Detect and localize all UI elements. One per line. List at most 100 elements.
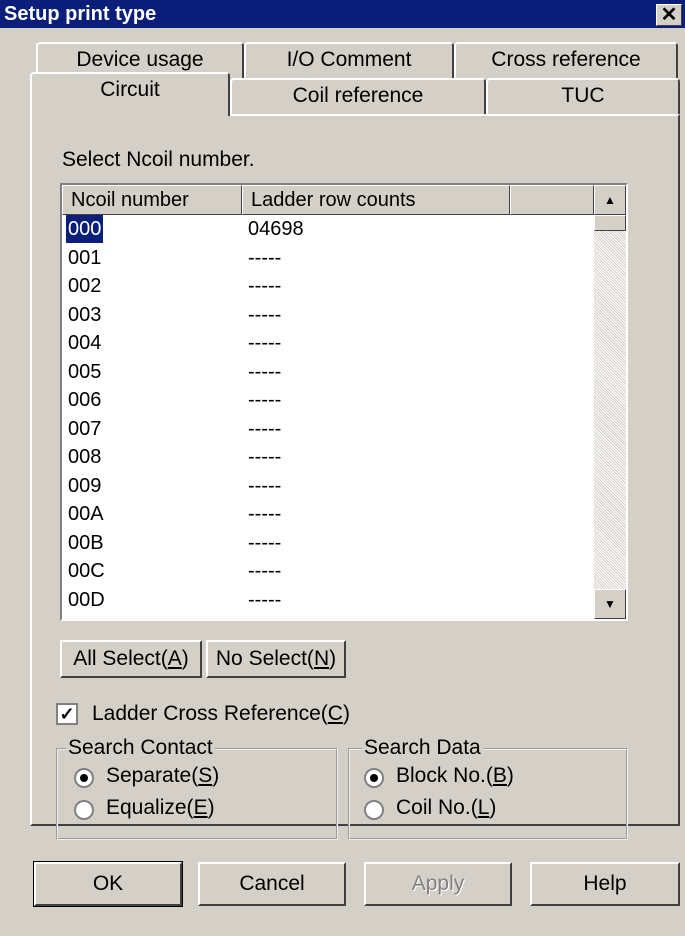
ncoil-number-cell: 00C xyxy=(68,560,105,582)
ladder-row-count-cell: ----- xyxy=(248,588,282,611)
vertical-scrollbar[interactable]: ▲ ▼ xyxy=(594,185,626,619)
hotkey: E xyxy=(193,796,208,819)
tab-label: Device usage xyxy=(76,48,204,71)
list-item[interactable]: 006 ----- xyxy=(62,386,592,414)
list-item[interactable]: 009 ----- xyxy=(62,472,592,500)
tab-label: Cross reference xyxy=(491,48,641,71)
ladder-row-count-cell: ----- xyxy=(248,446,282,468)
ladder-row-count-cell: ----- xyxy=(248,275,282,297)
label-end: ) xyxy=(489,796,497,819)
ladder-row-count-cell: ----- xyxy=(248,246,282,269)
ladder-row-count-cell: ----- xyxy=(248,417,282,440)
arrow-up-icon: ▲ xyxy=(604,193,616,207)
hotkey: A xyxy=(167,647,182,670)
list-item[interactable]: 005 ----- xyxy=(62,358,592,386)
block-no-label[interactable]: Block No.(B) xyxy=(396,764,514,788)
hotkey: N xyxy=(313,647,330,670)
help-button[interactable]: Help xyxy=(530,862,680,906)
ncoil-number-cell: 006 xyxy=(68,389,102,411)
column-header-ladder[interactable]: Ladder row counts xyxy=(242,185,510,215)
label-end: ) xyxy=(207,796,215,819)
list-item[interactable]: 001 ----- xyxy=(62,244,592,272)
coil-no-label[interactable]: Coil No.(L) xyxy=(396,796,496,820)
ladder-row-count-cell: ----- xyxy=(248,360,282,383)
cancel-button[interactable]: Cancel xyxy=(198,862,346,906)
ncoil-number-cell: 00A xyxy=(68,503,104,525)
hotkey: L xyxy=(477,796,490,819)
list-item[interactable]: 000 04698 xyxy=(62,215,592,243)
ladder-row-count-cell: ----- xyxy=(248,531,282,554)
ncoil-list[interactable]: Ncoil number Ladder row counts 000 04698 0… xyxy=(60,183,628,621)
label-end: ) xyxy=(212,764,220,787)
list-body: 000 04698 001 ----- 002 ----- 003 ----- 004 -----… xyxy=(62,215,592,617)
ladder-row-count-cell: ----- xyxy=(248,389,282,411)
label-text: Ladder Cross Reference( xyxy=(92,702,328,725)
list-item[interactable]: 008 ----- xyxy=(62,443,592,471)
tab-label: I/O Comment xyxy=(286,48,412,71)
ncoil-number-cell: 003 xyxy=(68,303,102,326)
ncoil-number-cell: 002 xyxy=(68,275,102,297)
list-item[interactable]: 007 ----- xyxy=(62,415,592,443)
ncoil-number-cell: 001 xyxy=(68,246,102,269)
tab-circuit[interactable]: Circuit xyxy=(30,72,230,116)
all-select-button[interactable]: All Select(A) xyxy=(60,640,202,678)
list-item[interactable]: 00B ----- xyxy=(62,529,592,557)
ladder-cross-reference-label: Ladder Cross Reference(C) xyxy=(92,702,350,726)
ladder-row-count-cell: 04698 xyxy=(248,218,304,240)
button-text-end: ) xyxy=(329,647,337,670)
apply-button[interactable]: Apply xyxy=(364,862,512,906)
tab-tuc[interactable]: TUC xyxy=(486,78,680,114)
close-button[interactable]: ✕ xyxy=(656,4,682,26)
search-data-title: Search Data xyxy=(362,736,483,760)
list-item[interactable]: 004 ----- xyxy=(62,329,592,357)
button-text: No Select( xyxy=(215,647,314,670)
separate-radio[interactable] xyxy=(74,768,94,788)
ncoil-number-cell: 00D xyxy=(68,588,105,611)
list-item[interactable]: 00C ----- xyxy=(62,557,592,585)
ncoil-number-cell: 00B xyxy=(68,531,104,554)
label-end: ) xyxy=(342,702,350,725)
ncoil-number-cell: 009 xyxy=(68,474,102,497)
list-item[interactable]: 00D ----- xyxy=(62,586,592,614)
separate-label[interactable]: Separate(S) xyxy=(106,764,219,788)
ncoil-number-cell: 005 xyxy=(68,360,102,383)
tab-coil-reference[interactable]: Coil reference xyxy=(230,78,486,114)
no-select-button[interactable]: No Select(N) xyxy=(206,640,346,678)
scroll-down-button[interactable]: ▼ xyxy=(594,589,626,619)
equalize-label[interactable]: Equalize(E) xyxy=(106,796,215,820)
coil-no-radio[interactable] xyxy=(364,800,384,820)
search-contact-group xyxy=(56,748,338,840)
ladder-row-count-cell: ----- xyxy=(248,332,282,354)
button-text: All Select( xyxy=(73,647,168,670)
scroll-up-button[interactable]: ▲ xyxy=(594,185,626,215)
search-contact-title: Search Contact xyxy=(66,736,215,760)
ncoil-number-cell: 004 xyxy=(68,332,102,354)
label-end: ) xyxy=(506,764,514,787)
title-bar: Setup print type ✕ xyxy=(0,0,685,28)
list-item[interactable]: 00A ----- xyxy=(62,500,592,528)
list-item[interactable]: 003 ----- xyxy=(62,301,592,329)
label-text: Equalize( xyxy=(106,796,194,819)
scroll-thumb[interactable] xyxy=(594,215,626,231)
tab-cross-reference[interactable]: Cross reference xyxy=(454,42,678,78)
hotkey: C xyxy=(327,702,343,725)
tab-label: TUC xyxy=(561,84,605,107)
ladder-row-count-cell: ----- xyxy=(248,474,282,497)
select-prompt: Select Ncoil number. xyxy=(62,148,255,171)
ok-button[interactable]: OK xyxy=(33,861,183,907)
column-header-empty[interactable] xyxy=(510,185,594,215)
list-item[interactable]: 002 ----- xyxy=(62,272,592,300)
equalize-radio[interactable] xyxy=(74,800,94,820)
window-title: Setup print type xyxy=(4,3,157,25)
close-icon: ✕ xyxy=(660,4,678,26)
label-text: Separate( xyxy=(106,764,199,787)
ncoil-number-cell: 007 xyxy=(68,417,102,440)
tab-io-comment[interactable]: I/O Comment xyxy=(244,42,454,78)
ncoil-number-cell: 000 xyxy=(66,215,104,243)
ladder-cross-reference-checkbox[interactable]: ✓ xyxy=(56,703,78,725)
hotkey: B xyxy=(492,764,507,787)
block-no-radio[interactable] xyxy=(364,768,384,788)
button-text-end: ) xyxy=(181,647,189,670)
ladder-row-count-cell: ----- xyxy=(248,560,282,582)
column-header-ncoil[interactable]: Ncoil number xyxy=(62,185,242,215)
